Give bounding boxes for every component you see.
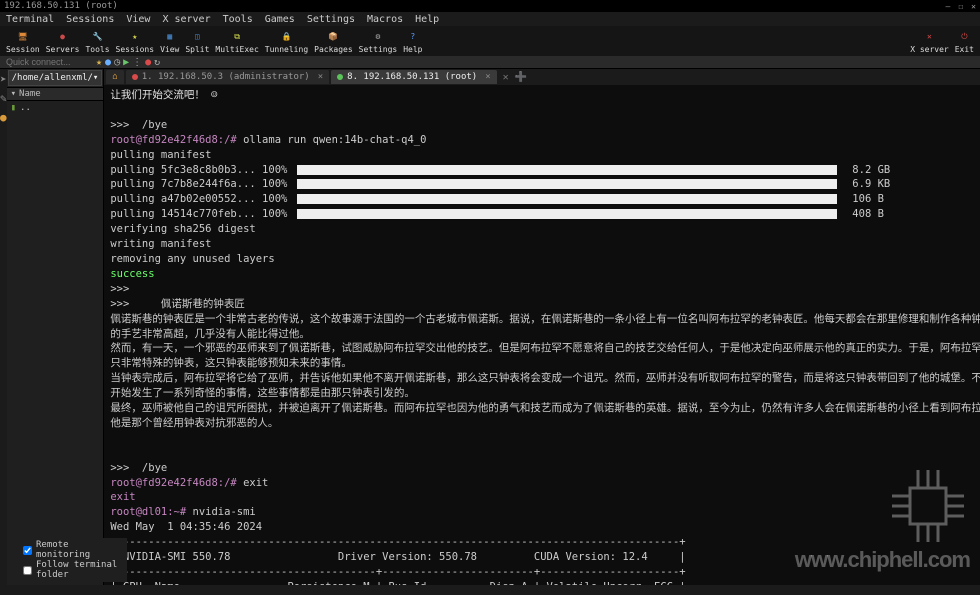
action-icon[interactable]: ↻ — [154, 57, 160, 68]
send-icon[interactable]: ➤ — [0, 73, 7, 86]
action-icon[interactable]: ⋮ — [132, 57, 142, 68]
record-icon[interactable]: ● — [145, 57, 151, 68]
tool-tools[interactable]: 🔧Tools — [85, 29, 109, 54]
tool-view[interactable]: ▦View — [160, 29, 179, 54]
tab[interactable]: 1. 192.168.50.3 (administrator)× — [126, 70, 329, 84]
menu-sessions[interactable]: Sessions — [66, 14, 114, 24]
tool-servers[interactable]: ●Servers — [46, 29, 80, 54]
menu-games[interactable]: Games — [265, 14, 295, 24]
folder-icon: ▮ — [11, 103, 16, 113]
tab[interactable]: ⌂ — [106, 70, 123, 84]
globe-icon[interactable]: ● — [105, 57, 111, 68]
path-text: /home/allenxml/ — [12, 73, 93, 83]
close-button[interactable]: ✕ — [971, 2, 976, 11]
tool-session[interactable]: 🖥Session — [6, 29, 40, 54]
record-icon[interactable]: ● — [0, 111, 7, 124]
menu-view[interactable]: View — [126, 14, 150, 24]
fav-icon[interactable]: ★ — [96, 57, 102, 68]
menu-help[interactable]: Help — [415, 14, 439, 24]
tool-sessions[interactable]: ★Sessions — [116, 29, 155, 54]
menu-macros[interactable]: Macros — [367, 14, 403, 24]
tab[interactable]: 8. 192.168.50.131 (root)× — [331, 70, 496, 84]
menu-tools[interactable]: Tools — [223, 14, 253, 24]
tool-split[interactable]: ◫Split — [185, 29, 209, 54]
title: 192.168.50.131 (root) — [4, 1, 118, 11]
follow-folder-label: Follow terminal folder — [36, 560, 123, 580]
tool-help[interactable]: ?Help — [403, 29, 422, 54]
toolbar: 🖥Session●Servers🔧Tools ★Sessions ▦View ◫Spl… — [0, 26, 980, 56]
terminal[interactable]: 让我们开始交流吧！ ☺ >>> /bye root@fd92e42f46d8:/… — [104, 85, 980, 585]
menu-settings[interactable]: Settings — [307, 14, 355, 24]
menu-x-server[interactable]: X server — [162, 14, 210, 24]
action-icon[interactable]: ▶ — [123, 57, 129, 68]
tool-packages[interactable]: 📦Packages — [314, 29, 353, 54]
menubar: Terminal Sessions View X server Tools Games Se… — [0, 12, 980, 26]
remote-monitoring-label: Remote monitoring — [36, 540, 123, 560]
tab-add[interactable]: ✕ ➕ — [499, 72, 532, 83]
nav-icon[interactable]: ✎ — [0, 92, 7, 105]
minimize-button[interactable]: — — [946, 2, 951, 11]
tabbar: ⌂1. 192.168.50.3 (administrator)×8. 192.… — [104, 69, 980, 85]
tool-multiexec[interactable]: ⧉MultiExec — [215, 29, 258, 54]
quick-connect-input[interactable] — [6, 57, 86, 67]
tool-exit[interactable]: ⏻Exit — [955, 29, 974, 54]
close-icon[interactable]: × — [318, 72, 323, 82]
menu-terminal[interactable]: Terminal — [6, 14, 54, 24]
close-icon[interactable]: × — [485, 72, 490, 82]
tool-x-server[interactable]: ✕X server — [910, 29, 949, 54]
maximize-button[interactable]: ☐ — [958, 2, 963, 11]
file-up[interactable]: ▮ .. — [7, 101, 104, 115]
tool-tunneling[interactable]: 🔒Tunneling — [265, 29, 308, 54]
path-combo[interactable]: /home/allenxml/ ▾ — [8, 70, 103, 86]
remote-monitoring-checkbox[interactable] — [23, 546, 32, 555]
name-header[interactable]: Name — [19, 89, 41, 99]
clock-icon[interactable]: ◷ — [114, 57, 120, 68]
follow-folder-checkbox[interactable] — [23, 566, 32, 575]
tool-settings[interactable]: ⚙Settings — [359, 29, 398, 54]
